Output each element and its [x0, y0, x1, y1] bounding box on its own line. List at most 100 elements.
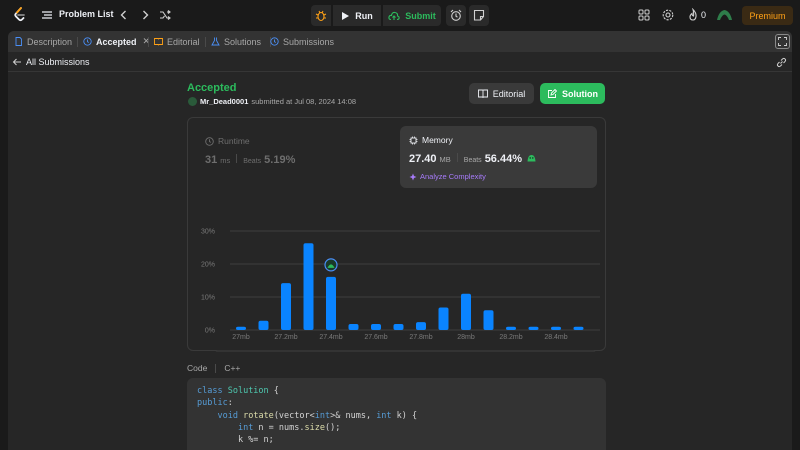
chart-bar [236, 326, 246, 330]
maximize-icon[interactable] [775, 34, 790, 49]
y-tick-label: 20% [201, 262, 215, 269]
code-token: : [227, 398, 233, 409]
tab-label: Accepted [96, 36, 137, 47]
code-token: public [197, 398, 228, 409]
layout-grid-icon[interactable] [637, 8, 651, 22]
tab-description[interactable]: Description [14, 31, 72, 52]
code-line: void rotate(vector<int>& nums, int k) { [197, 410, 596, 422]
chart-bar [483, 310, 494, 330]
flame-icon[interactable] [686, 8, 700, 22]
tab-label: Editorial [167, 36, 200, 47]
tab-accepted[interactable]: Accepted ✕ [83, 31, 150, 52]
solution-label: Solution [562, 88, 598, 99]
chart-bar [573, 326, 584, 330]
code-token: int [237, 422, 254, 433]
chevron-right-icon[interactable] [138, 8, 152, 22]
code-language: C++ [224, 363, 241, 373]
y-tick-label: 0% [205, 328, 215, 335]
code-line: int n = nums.size(); [197, 422, 596, 434]
x-tick-label: 28mb [457, 334, 475, 341]
submit-button[interactable]: Submit [383, 5, 441, 26]
username-link[interactable]: Mr_Dead0001 [200, 97, 248, 106]
tab-label: Solutions [224, 36, 262, 47]
y-tick-label: 30% [201, 229, 215, 236]
code-token: int [314, 410, 331, 421]
chart-bar [371, 324, 381, 330]
code-token: (vector< [273, 410, 315, 421]
tab-solutions[interactable]: Solutions [211, 31, 261, 52]
alarm-clock-icon [450, 9, 462, 21]
run-button[interactable]: Run [333, 5, 381, 26]
performance-card: Runtime 31 ms Beats 5.19% Memory 27.40 M… [187, 117, 606, 352]
tab-divider [205, 37, 206, 47]
chart-bar [303, 243, 314, 330]
code-line: public: [197, 397, 596, 409]
chevron-left-icon[interactable] [117, 8, 131, 22]
leetcode-logo-icon[interactable] [13, 7, 27, 23]
link-icon[interactable] [776, 57, 787, 68]
problem-list-link[interactable]: Problem List [59, 9, 114, 19]
book-icon [154, 38, 163, 46]
edit-icon [548, 88, 557, 98]
code-token: n = nums. [253, 422, 305, 433]
timer-button[interactable] [446, 5, 466, 26]
premium-button[interactable]: Premium [742, 6, 793, 25]
chart-bar [258, 320, 269, 330]
play-icon [342, 11, 350, 20]
shuffle-icon[interactable] [158, 8, 172, 22]
code-line: class Solution { [197, 385, 596, 397]
history-icon [270, 37, 279, 46]
flask-icon [211, 37, 220, 46]
tab-editorial[interactable]: Editorial [154, 31, 200, 52]
code-token: { [268, 386, 279, 396]
submission-status: Accepted [187, 82, 237, 94]
gear-icon[interactable] [661, 8, 675, 22]
run-label: Run [355, 10, 373, 21]
range-slider [215, 350, 596, 352]
list-icon[interactable] [41, 9, 53, 21]
code-token: k %= n; [197, 435, 274, 446]
x-tick-label: 28.4mb [544, 334, 567, 341]
arrow-left-icon[interactable] [12, 57, 22, 67]
notes-button[interactable] [469, 5, 489, 26]
x-tick-label: 27.8mb [409, 334, 432, 341]
code-block[interactable]: class Solution {public: void rotate(vect… [187, 378, 606, 450]
code-token: k) { [391, 410, 418, 421]
tab-submissions[interactable]: Submissions [270, 31, 334, 52]
x-tick-label: 27mb [232, 334, 250, 341]
code-line: k %= n; [197, 434, 596, 446]
streak-count: 0 [701, 10, 707, 20]
x-tick-label: 27.6mb [364, 334, 387, 341]
chart-bar [551, 326, 561, 330]
top-nav-bar: Problem List Run Submit 0 Premium [0, 0, 800, 30]
submission-subnav: All Submissions [8, 52, 792, 72]
submit-label: Submit [405, 10, 436, 21]
editorial-button[interactable]: Editorial [469, 83, 534, 104]
code-token: >& nums, [330, 410, 377, 421]
chart-bar [506, 326, 516, 330]
code-token: void [217, 410, 238, 421]
y-tick-label: 10% [201, 295, 215, 302]
chart-bar [348, 324, 359, 330]
editorial-label: Editorial [492, 88, 526, 99]
history-icon [83, 37, 92, 46]
divider [215, 363, 217, 373]
tab-divider [77, 37, 78, 47]
tab-bar: Description Accepted ✕ Editorial Solutio… [8, 31, 792, 52]
avatar[interactable] [716, 8, 733, 22]
code-token: rotate [243, 410, 274, 421]
code-token: int [376, 410, 392, 421]
chart-bar [281, 283, 291, 330]
note-icon [473, 9, 485, 21]
all-submissions-link[interactable]: All Submissions [26, 57, 90, 67]
avatar[interactable] [188, 97, 197, 106]
debug-button[interactable] [311, 5, 331, 26]
submission-panel: Description Accepted ✕ Editorial Solutio… [8, 31, 792, 450]
tab-label: Description [27, 36, 73, 47]
book-icon [477, 89, 488, 98]
solution-button[interactable]: Solution [540, 83, 605, 104]
document-icon [15, 37, 22, 46]
memory-distribution-chart: 30% 20% 10% 0% 27mb 27.2mb 27.4mb 27.6mb 27.8mb 2… [201, 229, 600, 352]
